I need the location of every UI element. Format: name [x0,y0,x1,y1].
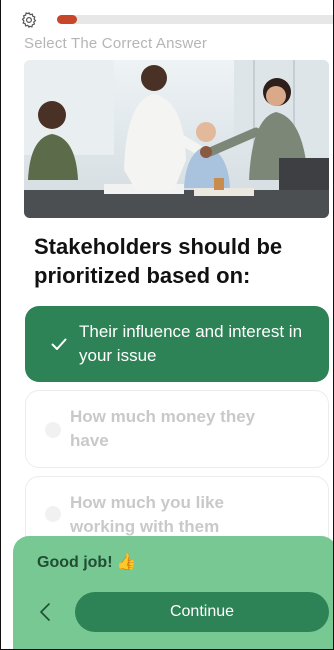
lesson-screen: Select The Correct Answer Stakeholders s… [0,0,334,650]
check-icon [51,338,67,350]
continue-button[interactable]: Continue [75,592,329,632]
chevron-left-icon[interactable] [35,600,55,624]
feedback-panel: Good job! 👍 Continue [13,536,333,649]
progress-bar [57,15,333,24]
feedback-message: Good job! 👍 [37,552,136,572]
thumbs-up-icon: 👍 [116,554,137,571]
gear-icon[interactable] [19,10,39,30]
radio-icon [45,506,61,522]
question-text: Stakeholders should be prioritized based… [34,234,283,288]
lesson-photo [24,60,329,218]
answer-option-correct[interactable]: Their influence and interest in your iss… [25,306,329,382]
answer-option-label: How much money they have [70,407,256,450]
radio-icon [45,422,61,438]
answer-option-label: How much you like working with them [70,493,224,536]
answer-option[interactable]: How much money they have [25,390,329,468]
instruction-text: Select The Correct Answer [24,35,208,52]
top-bar [19,10,333,30]
feedback-label: Good job! [37,554,113,571]
progress-fill [57,15,78,24]
answer-option-label: Their influence and interest in your iss… [79,322,303,365]
